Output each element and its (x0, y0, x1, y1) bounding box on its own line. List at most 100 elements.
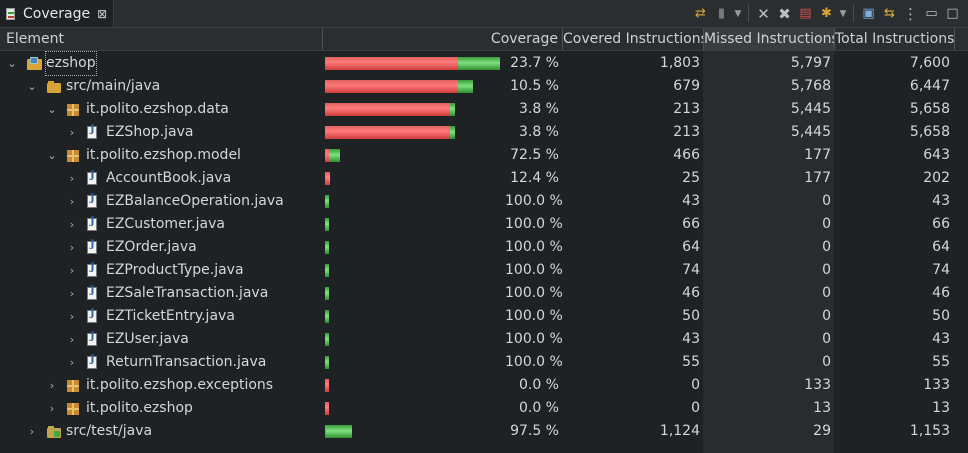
expand-toggle-icon[interactable]: › (66, 328, 78, 351)
table-header: Element Coverage Covered Instructions Mi… (0, 28, 968, 51)
coverage-bar (325, 333, 329, 346)
tree-row[interactable]: ⌄ it.polito.ezshop.data 3.8 % 213 5,445 5,658 (0, 98, 968, 121)
tree-row[interactable]: ⌄ it.polito.ezshop.model 72.5 % 466 177 643 (0, 144, 968, 167)
tree-row[interactable]: › J AccountBook.java 12.4 % 25 177 202 (0, 167, 968, 190)
covered-instructions-value: 46 (682, 285, 700, 301)
expand-toggle-icon[interactable]: › (66, 167, 78, 190)
expand-toggle-icon[interactable]: › (66, 351, 78, 374)
java-file-icon: J (87, 308, 97, 323)
expand-toggle-icon[interactable]: › (66, 259, 78, 282)
element-label: it.polito.ezshop.data (86, 101, 229, 117)
expand-toggle-icon[interactable]: › (66, 305, 78, 328)
tree-row[interactable]: › J EZOrder.java 100.0 % 64 0 64 (0, 236, 968, 259)
expand-toggle-icon[interactable]: › (66, 213, 78, 236)
java-file-icon: J (87, 285, 97, 300)
covered-bar-segment (325, 218, 329, 231)
coverage-bar (325, 241, 329, 254)
relaunch-icon[interactable]: ⇄ (691, 4, 710, 23)
column-covered-instructions[interactable]: Covered Instructions (563, 28, 704, 50)
element-label: EZUser.java (106, 331, 189, 347)
coverage-percent: 100.0 % (505, 193, 563, 209)
java-file-icon: J (87, 124, 97, 139)
collapse-toggle-icon[interactable]: ⌄ (46, 144, 58, 167)
package-icon (67, 380, 79, 392)
pick-session-icon[interactable]: ✱ (817, 4, 836, 23)
covered-bar-segment (457, 80, 474, 93)
expand-toggle-icon[interactable]: › (66, 282, 78, 305)
tree-row[interactable]: › J ReturnTransaction.java 100.0 % 55 0 55 (0, 351, 968, 374)
total-instructions-value: 64 (932, 239, 950, 255)
link-icon[interactable]: ⇆ (880, 4, 899, 23)
tree-row[interactable]: › src/test/java 97.5 % 1,124 29 1,153 (0, 420, 968, 443)
java-file-icon: J (87, 216, 97, 231)
dump-icon[interactable]: ▮ (712, 4, 731, 23)
missed-bar-segment (325, 126, 451, 139)
view-menu-icon[interactable]: ⋮ (901, 4, 920, 23)
coverage-tab[interactable]: Coverage ⊠ (0, 0, 114, 27)
covered-instructions-value: 679 (673, 78, 700, 94)
expand-toggle-icon[interactable]: › (46, 397, 58, 420)
column-coverage[interactable]: Coverage (323, 28, 563, 50)
total-instructions-value: 74 (932, 262, 950, 278)
dropdown-icon[interactable]: ▼ (733, 4, 743, 23)
total-instructions-value: 13 (932, 400, 950, 416)
coverage-bar (325, 195, 329, 208)
collapse-toggle-icon[interactable]: ⌄ (6, 52, 18, 75)
minimize-icon[interactable]: ▭ (922, 4, 941, 23)
collapse-all-icon[interactable]: ▣ (859, 4, 878, 23)
remove-icon[interactable]: ✕ (754, 4, 773, 23)
dropdown-icon[interactable]: ▼ (838, 4, 848, 23)
coverage-bar (325, 356, 329, 369)
covered-instructions-value: 43 (682, 193, 700, 209)
covered-bar-segment (458, 57, 500, 70)
coverage-bar (325, 264, 329, 277)
expand-toggle-icon[interactable]: › (46, 374, 58, 397)
coverage-percent: 100.0 % (505, 331, 563, 347)
covered-instructions-value: 66 (682, 216, 700, 232)
tree-row[interactable]: › J EZUser.java 100.0 % 43 0 43 (0, 328, 968, 351)
expand-toggle-icon[interactable]: › (66, 236, 78, 259)
covered-bar-segment (329, 172, 330, 185)
tree-row[interactable]: › J EZCustomer.java 100.0 % 66 0 66 (0, 213, 968, 236)
coverage-bar (325, 172, 330, 185)
tree-row[interactable]: › J EZProductType.java 100.0 % 74 0 74 (0, 259, 968, 282)
column-missed-instructions[interactable]: Missed Instructions ⌄ (704, 28, 835, 50)
tree-row[interactable]: › it.polito.ezshop 0.0 % 0 13 13 (0, 397, 968, 420)
tree-row[interactable]: › it.polito.ezshop.exceptions 0.0 % 0 133 133 (0, 374, 968, 397)
collapse-toggle-icon[interactable]: ⌄ (26, 75, 38, 98)
expand-toggle-icon[interactable]: › (66, 190, 78, 213)
element-label: ReturnTransaction.java (106, 354, 267, 370)
covered-instructions-value: 64 (682, 239, 700, 255)
tree-row[interactable]: ⌄ ezshop 23.7 % 1,803 5,797 7,600 (0, 51, 968, 76)
expand-toggle-icon[interactable]: › (66, 121, 78, 144)
total-instructions-value: 202 (923, 170, 950, 186)
close-icon[interactable]: ⊠ (97, 7, 107, 21)
coverage-percent: 0.0 % (518, 377, 559, 393)
maximize-icon[interactable]: □ (943, 4, 962, 23)
tree-row[interactable]: › J EZBalanceOperation.java 100.0 % 43 0 43 (0, 190, 968, 213)
coverage-bar (325, 310, 329, 323)
missed-bar-segment (325, 379, 329, 392)
column-element[interactable]: Element (0, 28, 323, 50)
tree-row[interactable]: › J EZTicketEntry.java 100.0 % 50 0 50 (0, 305, 968, 328)
merge-icon[interactable]: ▤ (796, 4, 815, 23)
coverage-tree: ⌄ ezshop 23.7 % 1,803 5,797 7,600 ⌄ src/main/ja… (0, 51, 968, 443)
coverage-percent: 100.0 % (505, 285, 563, 301)
collapse-toggle-icon[interactable]: ⌄ (46, 98, 58, 121)
coverage-percent: 97.5 % (510, 423, 559, 439)
coverage-bar (325, 379, 329, 392)
expand-toggle-icon[interactable]: › (26, 420, 38, 443)
tree-row[interactable]: › J EZShop.java 3.8 % 213 5,445 5,658 (0, 121, 968, 144)
covered-instructions-value: 43 (682, 331, 700, 347)
java-file-icon: J (87, 354, 97, 369)
coverage-bar (325, 126, 456, 139)
remove-all-icon[interactable]: ✖ (775, 4, 794, 23)
column-total-instructions[interactable]: Total Instructions (835, 28, 955, 50)
toolbar-separator (748, 5, 749, 22)
covered-instructions-value: 0 (691, 377, 700, 393)
element-label: it.polito.ezshop.model (86, 147, 241, 163)
total-instructions-value: 66 (932, 216, 950, 232)
tree-row[interactable]: › J EZSaleTransaction.java 100.0 % 46 0 46 (0, 282, 968, 305)
coverage-percent: 3.8 % (518, 101, 559, 117)
tree-row[interactable]: ⌄ src/main/java 10.5 % 679 5,768 6,447 (0, 75, 968, 98)
